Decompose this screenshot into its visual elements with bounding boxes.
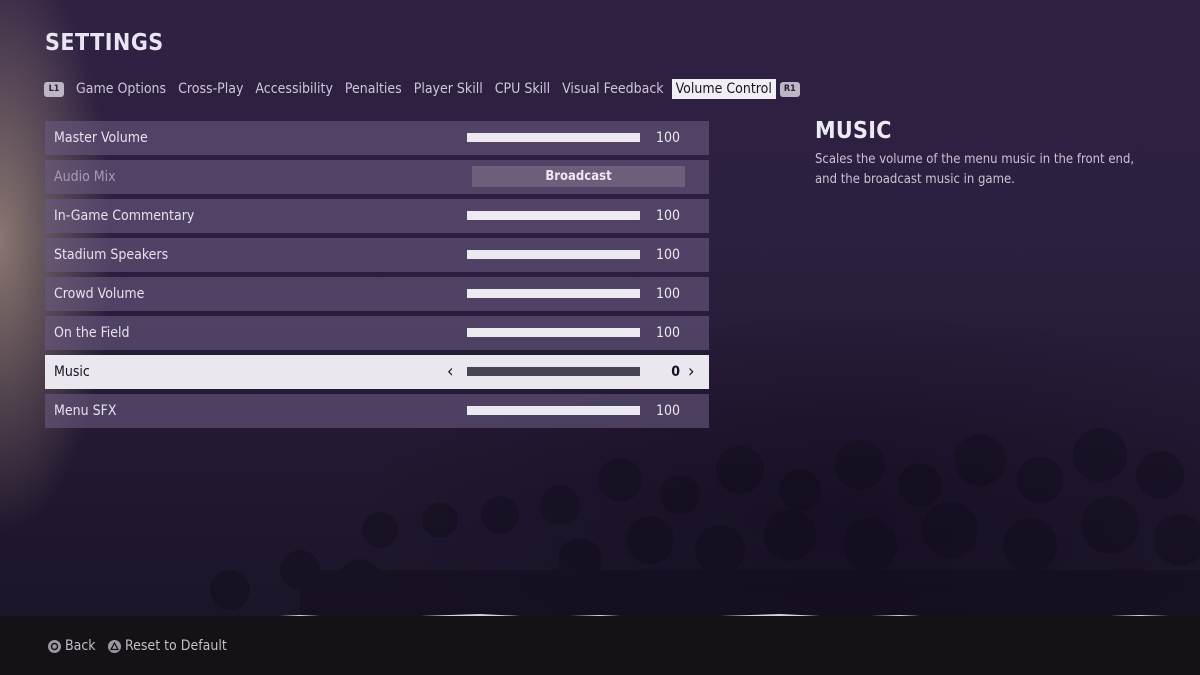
tab-player-skill[interactable]: Player Skill [410,79,487,99]
setting-label: Audio Mix [54,169,116,185]
setting-label: In-Game Commentary [54,208,195,224]
setting-master-volume[interactable]: Master Volume 100 [45,121,709,155]
setting-description-panel: MUSIC Scales the volume of the menu musi… [815,118,1160,190]
description-text: Scales the volume of the menu music in t… [815,150,1160,190]
description-line-1: Scales the volume of the menu music in t… [815,152,1135,167]
triangle-button-icon [108,639,121,653]
setting-value: 100 [655,247,680,263]
volume-slider[interactable] [467,367,640,376]
tab-cross-play[interactable]: Cross-Play [174,79,247,99]
setting-value: 100 [655,130,680,146]
setting-label: Menu SFX [54,403,117,419]
setting-in-game-commentary[interactable]: In-Game Commentary 100 [45,199,709,233]
description-title: MUSIC [815,118,892,144]
page-title: SETTINGS [45,30,164,56]
setting-value: 100 [655,286,680,302]
setting-label: Music [54,364,90,380]
tab-game-options[interactable]: Game Options [72,79,170,99]
setting-on-the-field[interactable]: On the Field 100 [45,316,709,350]
tab-volume-control[interactable]: Volume Control [671,79,776,99]
setting-audio-mix: Audio Mix Broadcast [45,160,709,194]
setting-value: 100 [655,208,680,224]
volume-slider[interactable] [467,211,640,220]
volume-slider[interactable] [467,328,640,337]
l1-bumper-icon[interactable]: L1 [44,81,64,97]
back-button[interactable]: Back [48,638,96,654]
setting-label: On the Field [54,325,130,341]
setting-crowd-volume[interactable]: Crowd Volume 100 [45,277,709,311]
slider-fill [467,289,640,298]
setting-value: 100 [655,403,680,419]
setting-value: 0 [671,364,680,380]
crowd-background [210,428,1200,620]
slider-fill [467,211,640,220]
reset-to-default-button[interactable]: Reset to Default [108,638,227,654]
setting-label: Stadium Speakers [54,247,169,263]
setting-label: Master Volume [54,130,148,146]
audio-mix-select: Broadcast [472,166,685,187]
r1-bumper-icon[interactable]: R1 [779,81,800,97]
settings-list: Master Volume 100 Audio Mix Broadcast In… [45,121,709,433]
setting-label: Crowd Volume [54,286,145,302]
volume-slider[interactable] [467,250,640,259]
back-label: Back [65,638,96,654]
tab-cpu-skill[interactable]: CPU Skill [491,79,554,99]
setting-music[interactable]: Music ‹ 0 › [45,355,709,389]
increase-arrow-icon[interactable]: › [688,355,694,389]
circle-button-icon [48,639,61,653]
slider-fill [467,328,640,337]
setting-menu-sfx[interactable]: Menu SFX 100 [45,394,709,428]
tab-bar: L1 Game Options Cross-Play Accessibility… [44,79,800,99]
footer-bar: Back Reset to Default [0,616,1200,675]
volume-slider[interactable] [467,289,640,298]
slider-fill [467,250,640,259]
volume-slider[interactable] [467,133,640,142]
slider-fill [467,406,640,415]
setting-stadium-speakers[interactable]: Stadium Speakers 100 [45,238,709,272]
description-line-2: and the broadcast music in game. [815,172,1015,187]
volume-slider[interactable] [467,406,640,415]
tab-penalties[interactable]: Penalties [341,79,406,99]
decrease-arrow-icon[interactable]: ‹ [447,355,453,389]
tab-visual-feedback[interactable]: Visual Feedback [558,79,668,99]
reset-label: Reset to Default [125,638,227,654]
slider-fill [467,133,640,142]
setting-value: 100 [655,325,680,341]
tab-accessibility[interactable]: Accessibility [251,79,336,99]
